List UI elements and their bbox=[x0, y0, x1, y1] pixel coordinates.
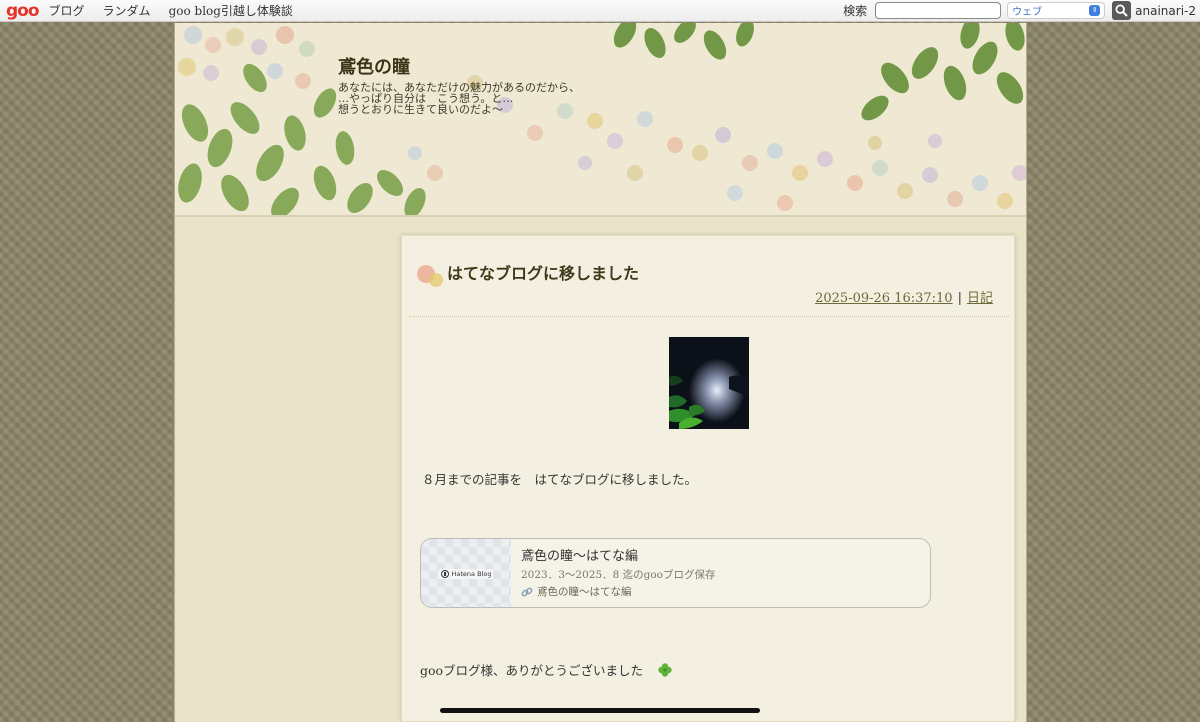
entry-category-link[interactable]: 日記 bbox=[967, 291, 993, 306]
search-area: 検索 ウェブ ⇕ anainari-2 bbox=[843, 0, 1200, 22]
blog-title[interactable]: 鳶色の瞳 bbox=[338, 53, 410, 79]
closing-text-label: gooブログ様、ありがとうございました bbox=[420, 663, 644, 678]
entry-photo[interactable] bbox=[669, 337, 749, 429]
user-name[interactable]: anainari-2 bbox=[1135, 4, 1196, 18]
blog-header: 鳶色の瞳 あなたには、あなただけの魅力があるのだから、 …やっぱり自分は こう想… bbox=[175, 23, 1026, 217]
chevron-updown-icon: ⇕ bbox=[1089, 5, 1101, 16]
card-thumbnail: Hatena Blog bbox=[421, 539, 511, 607]
search-label: 検索 bbox=[843, 4, 868, 18]
entry-datetime-link[interactable]: 2025-09-26 16:37:10 bbox=[815, 291, 952, 306]
entry-divider bbox=[409, 316, 1009, 317]
entry-body-text: ８月までの記事を はてなブログに移しました。 bbox=[422, 472, 698, 487]
entry-meta: 2025-09-26 16:37:10 | 日記 bbox=[815, 287, 993, 306]
closing-text: gooブログ様、ありがとうございました bbox=[420, 660, 673, 679]
meta-separator: | bbox=[957, 291, 962, 306]
hatena-dot-icon bbox=[440, 570, 449, 578]
card-subtitle: 2023．3〜2025．8 迄のgooブログ保存 bbox=[521, 569, 716, 581]
blog-description: あなたには、あなただけの魅力があるのだから、 …やっぱり自分は こう想う。と… … bbox=[338, 81, 580, 116]
link-icon bbox=[521, 586, 533, 598]
search-scope-select[interactable]: ウェブ ⇕ bbox=[1007, 2, 1106, 19]
search-button[interactable] bbox=[1112, 1, 1132, 20]
search-input[interactable] bbox=[875, 2, 1002, 19]
blog-entry: はてなブログに移しました 2025-09-26 16:37:10 | 日記 ８月… bbox=[401, 235, 1015, 722]
nav-blog[interactable]: ブログ bbox=[49, 2, 85, 19]
search-scope-value: ウェブ bbox=[1012, 7, 1043, 18]
blog-page: 鳶色の瞳 あなたには、あなただけの魅力があるのだから、 …やっぱり自分は こう想… bbox=[174, 23, 1027, 722]
nav-random[interactable]: ランダム bbox=[103, 2, 151, 19]
hatena-badge-label: Hatena Blog bbox=[451, 570, 492, 578]
nav-migration-stories[interactable]: goo blog引越し体験談 bbox=[169, 2, 293, 19]
clover-icon bbox=[657, 662, 673, 678]
card-link-text: 鳶色の瞳〜はてな編 bbox=[537, 586, 632, 598]
hatena-logo-icon: Hatena Blog bbox=[438, 569, 494, 579]
entry-title[interactable]: はてなブログに移しました bbox=[447, 260, 639, 284]
entry-header: はてなブログに移しました bbox=[416, 260, 1006, 287]
goo-logo[interactable]: goo bbox=[6, 1, 40, 21]
card-link[interactable]: 鳶色の瞳〜はてな編 bbox=[521, 584, 632, 599]
title-decoration-icon bbox=[417, 265, 443, 287]
sidebar bbox=[175, 219, 397, 722]
top-toolbar: goo ブログ ランダム goo blog引越し体験談 検索 ウェブ ⇕ ana… bbox=[0, 0, 1200, 22]
search-icon bbox=[1115, 4, 1128, 17]
home-indicator bbox=[440, 708, 760, 713]
card-title[interactable]: 鳶色の瞳〜はてな編 bbox=[521, 545, 638, 564]
header-leaf-illustration bbox=[178, 23, 1026, 215]
hatena-blog-card[interactable]: Hatena Blog 鳶色の瞳〜はてな編 2023．3〜2025．8 迄のgo… bbox=[420, 538, 931, 608]
